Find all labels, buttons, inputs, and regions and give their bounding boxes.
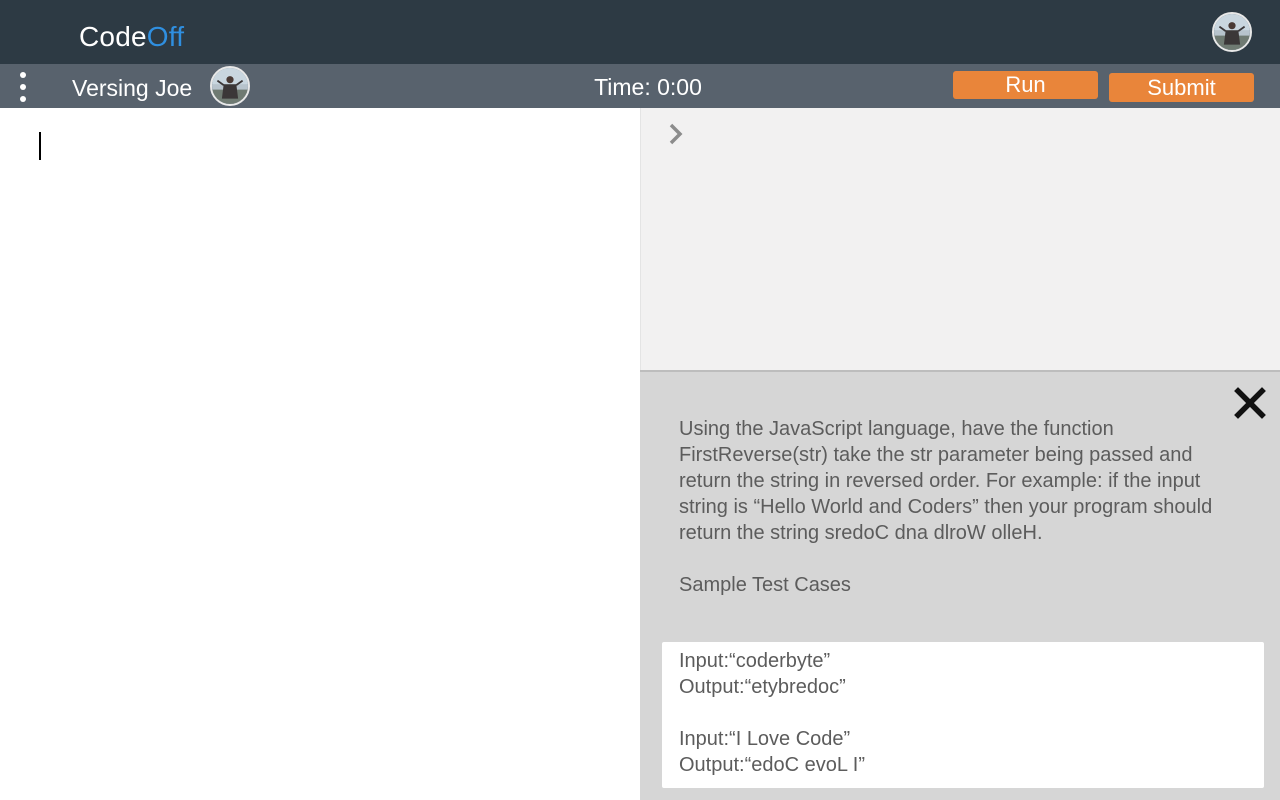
submit-button[interactable]: Submit (1109, 73, 1254, 102)
timer: Time: 0:00 (594, 74, 702, 100)
sample-tests-box: Input:“coderbyte” Output:“etybredoc” Inp… (662, 642, 1264, 788)
text-cursor (39, 132, 41, 160)
logo-text: Code (79, 21, 147, 52)
app-logo: CodeOff (79, 20, 184, 54)
logo-accent-text: Off (146, 21, 185, 52)
problem-panel: Using the JavaScript language, have the … (640, 370, 1280, 800)
sample-tests-heading: Sample Test Cases (679, 574, 851, 596)
run-button[interactable]: Run (953, 71, 1098, 99)
test-input: Input:“I Love Code” (679, 728, 851, 750)
problem-description: Using the JavaScript language, have the … (679, 418, 1213, 544)
opponent-avatar (210, 66, 250, 106)
console-output (640, 108, 1280, 370)
app-header: CodeOff (0, 0, 1280, 64)
chevron-right-icon (669, 123, 683, 145)
user-avatar[interactable] (1212, 12, 1252, 52)
opponent-name: Versing Joe (72, 75, 193, 101)
vertical-dots-icon[interactable] (14, 70, 34, 104)
test-input: Input:“coderbyte” (679, 650, 831, 672)
code-editor[interactable] (0, 108, 640, 800)
test-output: Output:“etybredoc” (679, 676, 846, 698)
test-output: Output:“edoC evoL I” (679, 754, 866, 776)
